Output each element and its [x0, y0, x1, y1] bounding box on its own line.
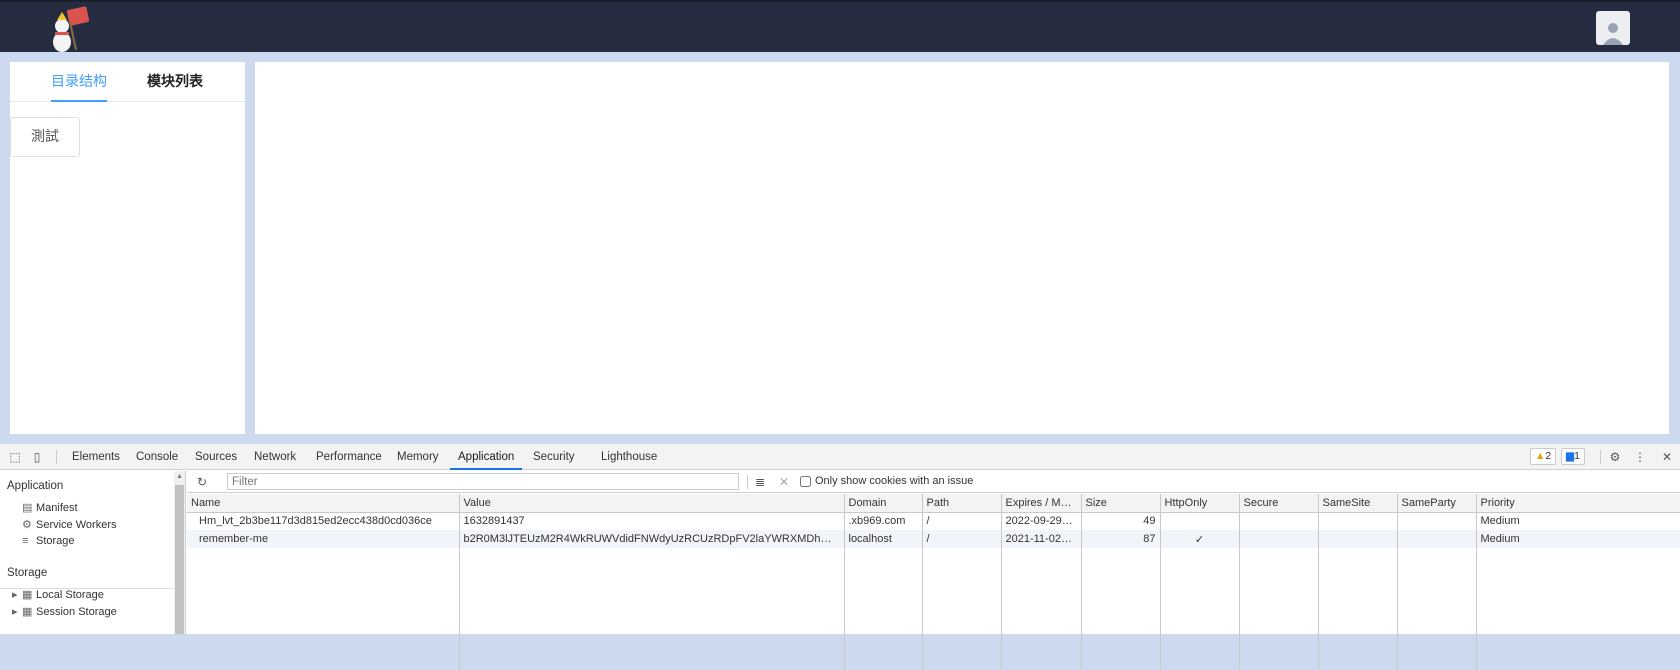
cookie-domain: .xb969.com: [844, 512, 923, 530]
messages-badge[interactable]: ▆1: [1561, 448, 1585, 465]
cookie-httponly: [1160, 512, 1240, 530]
column-header-samesite[interactable]: SameSite: [1318, 494, 1398, 513]
cookie-path: /: [922, 530, 1002, 548]
cookie-secure: [1239, 512, 1319, 530]
cookie-size: 49: [1081, 512, 1161, 530]
column-header-secure[interactable]: Secure: [1239, 494, 1319, 513]
inspect-element-icon[interactable]: ⬚: [8, 450, 22, 464]
scrollbar-thumb[interactable]: [175, 485, 184, 634]
message-icon: ▆: [1566, 450, 1575, 462]
table-row[interactable]: Hm_lvt_2b3be117d3d815ed2ecc438d0cd036ce …: [187, 512, 1680, 530]
logo[interactable]: [46, 4, 96, 54]
settings-gear-icon[interactable]: ⚙: [1608, 450, 1622, 464]
database-icon: ≡: [22, 535, 29, 547]
table-empty-area: [187, 548, 1680, 670]
sidebar-scrollbar[interactable]: ▲: [174, 471, 185, 634]
cookie-priority: Medium: [1476, 530, 1680, 548]
tree-node-test[interactable]: 測試: [10, 117, 80, 157]
grid-icon: ▦: [22, 606, 33, 618]
cookie-samesite: [1318, 530, 1398, 548]
tab-elements[interactable]: Elements: [72, 444, 120, 470]
directory-panel: 目录结构 模块列表 測試: [10, 62, 245, 434]
tab-memory[interactable]: Memory: [397, 444, 439, 470]
sidebar-item-local-storage[interactable]: ▸ ▦ Local Storage: [12, 588, 104, 601]
cookies-toolbar: ↻ ≣ ✕ Only show cookies with an issue: [187, 471, 1680, 493]
expand-arrow-icon[interactable]: ▸: [12, 605, 22, 618]
cookie-path: /: [922, 512, 1002, 530]
cookie-name: Hm_lvt_2b3be117d3d815ed2ecc438d0cd036ce: [187, 512, 460, 530]
more-options-icon[interactable]: ⋮: [1633, 450, 1647, 464]
sidebar-item-session-storage[interactable]: ▸ ▦ Session Storage: [12, 605, 117, 618]
column-header-size[interactable]: Size: [1081, 494, 1161, 513]
tab-console[interactable]: Console: [136, 444, 178, 470]
column-header-name[interactable]: Name: [187, 494, 460, 513]
sidebar-item-storage[interactable]: ≡ Storage: [22, 535, 75, 547]
cookie-domain: localhost: [844, 530, 923, 548]
cookie-value: b2R0M3lJTEUzM2R4WkRUWVdidFNWdyUzRCUzRDpF…: [459, 530, 845, 548]
cookie-samesite: [1318, 512, 1398, 530]
cookie-name: remember-me: [187, 530, 460, 548]
column-header-domain[interactable]: Domain: [844, 494, 923, 513]
warning-icon: ▲: [1535, 450, 1546, 462]
column-header-value[interactable]: Value: [459, 494, 845, 513]
devtools-tabbar: ⬚ ▯ Elements Console Sources Network Per…: [0, 444, 1680, 470]
delete-selected-icon[interactable]: ✕: [777, 475, 791, 489]
cookie-secure: [1239, 530, 1319, 548]
user-avatar[interactable]: [1596, 11, 1630, 45]
cookie-sameparty: [1397, 530, 1477, 548]
app-header: [0, 0, 1680, 52]
tab-module-list[interactable]: 模块列表: [147, 62, 203, 102]
cookie-size: 87: [1081, 530, 1161, 548]
devtools: ⬚ ▯ Elements Console Sources Network Per…: [0, 444, 1680, 670]
tab-lighthouse[interactable]: Lighthouse: [601, 444, 657, 470]
only-issue-checkbox[interactable]: [800, 475, 811, 487]
column-header-expires[interactable]: Expires / Max-...: [1001, 494, 1082, 513]
panel-tabs: 目录结构 模块列表: [10, 62, 245, 102]
tab-application[interactable]: Application: [450, 444, 523, 470]
toolbar-divider: [747, 475, 748, 489]
toolbar-divider: [1600, 450, 1601, 464]
toolbar-divider: [56, 450, 57, 464]
cookie-priority: Medium: [1476, 512, 1680, 530]
refresh-icon[interactable]: ↻: [195, 475, 209, 489]
sidebar-heading-storage: Storage: [7, 567, 48, 579]
table-row[interactable]: remember-me b2R0M3lJTEUzM2R4WkRUWVdidFNW…: [187, 530, 1680, 548]
cookie-filter-input[interactable]: [227, 473, 739, 490]
close-devtools-icon[interactable]: ✕: [1660, 450, 1674, 464]
cookies-view: ↻ ≣ ✕ Only show cookies with an issue Na…: [187, 471, 1680, 670]
tab-network[interactable]: Network: [254, 444, 296, 470]
scroll-up-icon[interactable]: ▲: [176, 473, 183, 480]
sidebar-item-manifest[interactable]: ▤ Manifest: [22, 501, 78, 514]
column-header-priority[interactable]: Priority: [1476, 494, 1680, 513]
sidebar-heading-application: Application: [7, 480, 64, 492]
clear-filtered-icon[interactable]: ≣: [753, 475, 767, 489]
cookie-sameparty: [1397, 512, 1477, 530]
cookie-expires: 2022-09-29T0...: [1001, 512, 1082, 530]
content-panel: [255, 62, 1669, 434]
tab-performance[interactable]: Performance: [316, 444, 382, 470]
sidebar-item-service-workers[interactable]: ⚙ Service Workers: [22, 518, 116, 531]
warnings-badge[interactable]: ▲2: [1530, 448, 1557, 465]
tab-security[interactable]: Security: [533, 444, 575, 470]
expand-arrow-icon[interactable]: ▸: [12, 588, 22, 601]
application-sidebar: Application ▤ Manifest ⚙ Service Workers ≡…: [0, 471, 186, 634]
column-header-path[interactable]: Path: [922, 494, 1002, 513]
cookie-expires: 2021-11-02T0...: [1001, 530, 1082, 548]
file-icon: ▤: [22, 502, 33, 514]
column-header-sameparty[interactable]: SameParty: [1397, 494, 1477, 513]
tab-directory-structure[interactable]: 目录结构: [51, 62, 107, 102]
device-toolbar-icon[interactable]: ▯: [30, 450, 44, 464]
cookies-table: Name Value Domain Path Expires / Max-...…: [187, 494, 1680, 670]
column-header-httponly[interactable]: HttpOnly: [1160, 494, 1240, 513]
table-header-row: Name Value Domain Path Expires / Max-...…: [187, 494, 1680, 513]
gear-icon: ⚙: [22, 519, 32, 531]
grid-icon: ▦: [22, 589, 33, 601]
cookie-httponly: ✓: [1160, 530, 1240, 548]
cookie-value: 1632891437: [459, 512, 845, 530]
only-issue-cookies-toggle[interactable]: Only show cookies with an issue: [800, 475, 973, 487]
tab-sources[interactable]: Sources: [195, 444, 237, 470]
